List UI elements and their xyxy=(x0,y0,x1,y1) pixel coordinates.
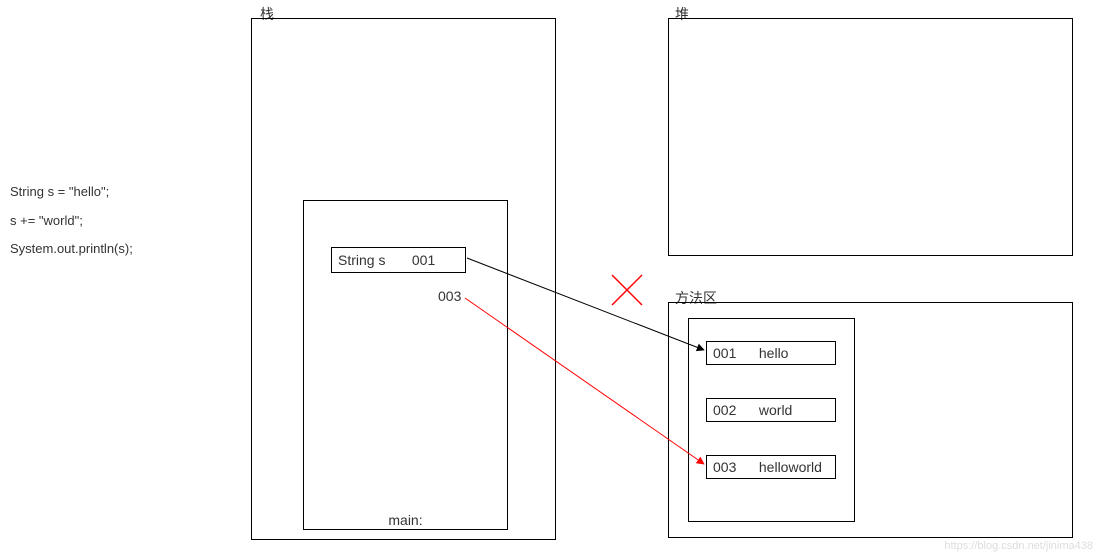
variable-string-s: String s 001 xyxy=(331,247,466,273)
pool-value: helloworld xyxy=(759,459,822,475)
pool-entry-003: 003 helloworld xyxy=(706,455,836,479)
heap-box xyxy=(668,18,1073,256)
pool-addr: 002 xyxy=(713,402,755,418)
pool-entry-001: 001 hello xyxy=(706,341,836,365)
pool-addr: 003 xyxy=(713,459,755,475)
code-line-2: s += "world"; xyxy=(10,207,133,236)
pool-value: world xyxy=(759,402,792,418)
cross-icon xyxy=(612,275,642,305)
main-frame-label: main: xyxy=(305,512,506,528)
pool-value: hello xyxy=(759,345,789,361)
variable-addr-new: 003 xyxy=(438,288,461,304)
code-line-3: System.out.println(s); xyxy=(10,235,133,264)
watermark: https://blog.csdn.net/jinima438 xyxy=(944,540,1093,552)
pool-addr: 001 xyxy=(713,345,755,361)
code-line-1: String s = "hello"; xyxy=(10,178,133,207)
pool-entry-002: 002 world xyxy=(706,398,836,422)
variable-name: String s xyxy=(338,252,408,268)
code-block: String s = "hello"; s += "world"; System… xyxy=(10,178,133,264)
variable-addr-old: 001 xyxy=(412,252,435,268)
